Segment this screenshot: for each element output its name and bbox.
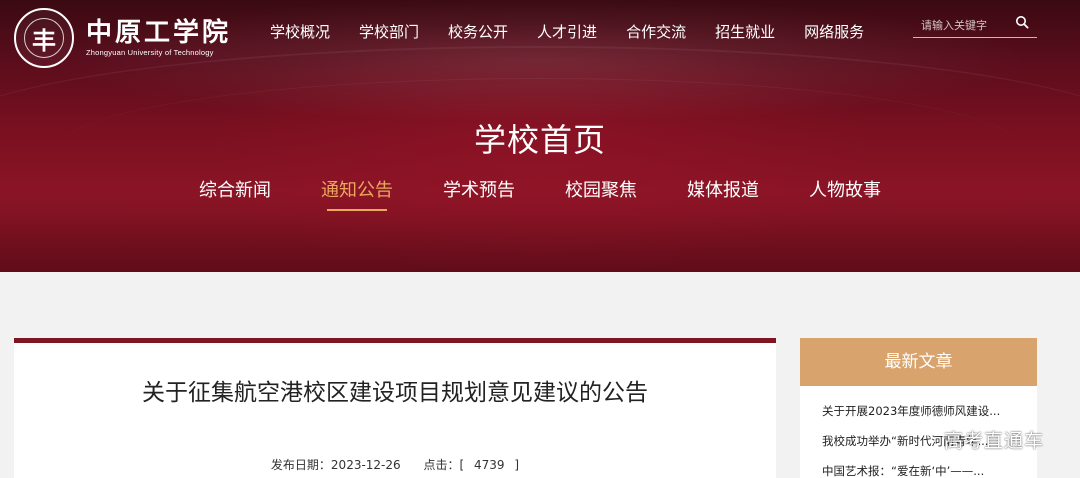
- university-name-en: Zhongyuan University of Technology: [86, 48, 214, 57]
- publish-date: 发布日期：2023-12-26: [270, 458, 401, 472]
- top-nav-item-cooperation[interactable]: 合作交流: [626, 22, 686, 42]
- article-card: 关于征集航空港校区建设项目规划意见建议的公告 发布日期：2023-12-26 点…: [14, 338, 776, 478]
- top-nav-item-affairs[interactable]: 校务公开: [448, 22, 508, 42]
- university-emblem-icon: 丰: [14, 8, 74, 68]
- latest-articles-heading: 最新文章: [800, 338, 1037, 386]
- latest-article-link[interactable]: 中国艺术报：“爱在新‘中’——...: [822, 464, 1032, 478]
- university-name-cn: 中原工学院: [86, 18, 232, 48]
- hits-label: 点击：[: [423, 458, 465, 472]
- search-box: [913, 12, 1037, 38]
- top-nav-item-admissions[interactable]: 招生就业: [715, 22, 775, 42]
- tab-people-stories[interactable]: 人物故事: [809, 178, 881, 204]
- page-title: 学校首页: [473, 121, 606, 159]
- search-icon[interactable]: [1015, 15, 1029, 29]
- latest-articles-panel: 最新文章 关于开展2023年度师德师风建设... 我校成功举办“新时代河南青年.…: [800, 338, 1037, 478]
- top-nav-item-talent[interactable]: 人才引进: [537, 22, 597, 42]
- hits-count: 4739: [474, 458, 505, 472]
- watermark: 高考直通车: [944, 430, 1045, 452]
- tab-notices-label: 通知公告: [321, 180, 393, 201]
- banner-shade: [0, 212, 1080, 272]
- tab-campus-focus[interactable]: 校园聚焦: [565, 178, 637, 204]
- active-tab-underline: [327, 209, 387, 211]
- article-meta: 发布日期：2023-12-26 点击：[ 4739 ]: [14, 457, 776, 473]
- logo-text: 中原工学院 Zhongyuan University of Technology: [86, 18, 231, 58]
- latest-article-link[interactable]: 关于开展2023年度师德师风建设...: [822, 404, 1032, 418]
- top-nav-item-about[interactable]: 学校概况: [270, 22, 330, 42]
- search-input[interactable]: [921, 16, 1015, 34]
- section-tabs: 综合新闻 通知公告 学术预告 校园聚焦 媒体报道 人物故事: [0, 178, 1080, 211]
- emblem-glyph: 丰: [32, 25, 56, 55]
- article-title: 关于征集航空港校区建设项目规划意见建议的公告: [142, 380, 648, 406]
- top-nav-item-network[interactable]: 网络服务: [804, 22, 864, 42]
- top-nav-item-departments[interactable]: 学校部门: [359, 22, 419, 42]
- tab-notices[interactable]: 通知公告: [321, 178, 393, 211]
- tab-general-news[interactable]: 综合新闻: [199, 178, 271, 204]
- tab-academic-preview[interactable]: 学术预告: [443, 178, 515, 204]
- site-logo[interactable]: 丰 中原工学院 Zhongyuan University of Technolo…: [14, 8, 231, 68]
- top-nav: 学校概况 学校部门 校务公开 人才引进 合作交流 招生就业 网络服务: [270, 22, 893, 42]
- hits-close: ]: [514, 458, 520, 472]
- tab-media-reports[interactable]: 媒体报道: [687, 178, 759, 204]
